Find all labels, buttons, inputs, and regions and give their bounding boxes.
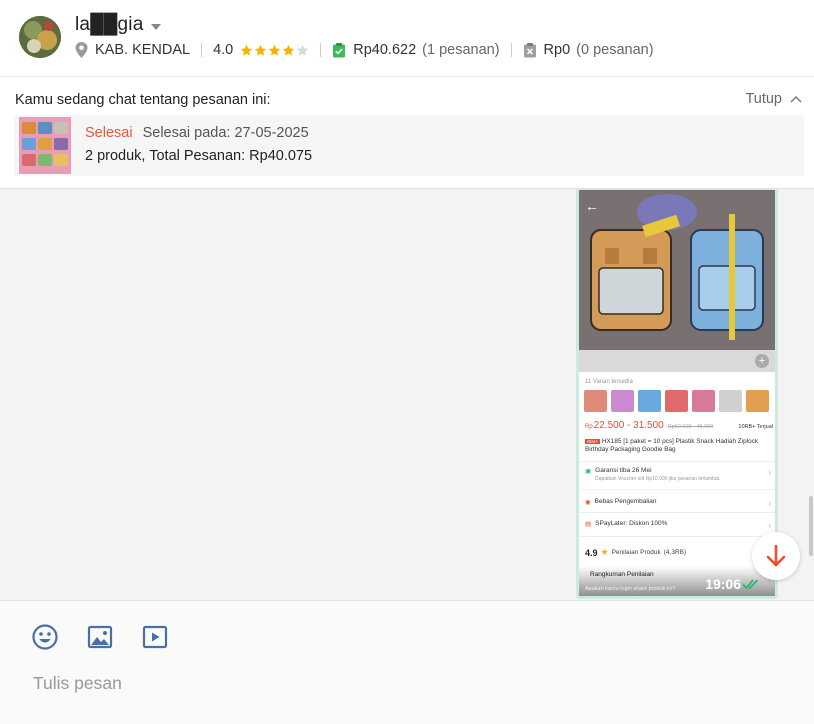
- variant-thumb: [611, 390, 634, 412]
- variant-thumb: [719, 390, 742, 412]
- image-icon[interactable]: [86, 623, 114, 651]
- order-panel-title: Kamu sedang chat tentang pesanan ini:: [15, 92, 271, 108]
- variant-thumb: [665, 390, 688, 412]
- truck-icon: ▣: [585, 468, 592, 475]
- rating-label: Penilaian Produk: [611, 549, 661, 556]
- rating-value: 4.0: [213, 42, 234, 58]
- video-icon[interactable]: [141, 623, 169, 651]
- location-text: KAB. KENDAL: [95, 42, 191, 58]
- product-image: [19, 117, 71, 174]
- collapse-label: Tutup: [745, 91, 782, 107]
- returns-row: ◉ Bebas Pengembalian ›: [585, 498, 773, 508]
- product-rating-row: 4.9 ★ Penilaian Produk (4,3RB): [585, 547, 686, 558]
- order-product-thumbnail: [19, 117, 71, 174]
- shared-product-screenshot[interactable]: ← + 11 Varian tersedia Rp 22.500 - 31.50…: [579, 190, 775, 596]
- order-context-panel: Kamu sedang chat tentang pesanan ini: Tu…: [0, 78, 814, 189]
- variants-label: 11 Varian tersedia: [585, 379, 633, 385]
- shipping-row: ▣ Garansi tiba 26 Mei Dapatkan Voucher s…: [585, 467, 773, 482]
- order-summary: 2 produk, Total Pesanan: Rp40.075: [85, 148, 313, 164]
- image-message-bubble[interactable]: ← + 11 Varian tersedia Rp 22.500 - 31.50…: [576, 189, 778, 599]
- divider: [579, 489, 775, 490]
- product-title: Star+ HX185 [1 paket = 10 pcs] Plastik Sn…: [585, 438, 765, 454]
- order-card[interactable]: Selesai Selesai pada: 27-05-2025 2 produ…: [14, 115, 804, 176]
- paylater-icon: ▤: [585, 521, 592, 528]
- cancelled-orders-count: (0 pesanan): [576, 42, 654, 58]
- star-plus-badge: Star+: [585, 439, 600, 444]
- collapse-button[interactable]: Tutup: [745, 91, 802, 107]
- star-filled-icon: ★: [600, 547, 609, 557]
- product-photo-image: [579, 190, 775, 350]
- scrollbar[interactable]: [809, 496, 813, 556]
- sold-count: 10RB+ Terjual: [738, 424, 773, 430]
- divider: [510, 43, 512, 57]
- variant-thumb: [638, 390, 661, 412]
- order-completed-date: Selesai pada: 27-05-2025: [142, 125, 309, 141]
- returns-text: Bebas Pengembalian: [594, 498, 657, 505]
- star-filled-icon: [283, 44, 295, 56]
- divider: [579, 536, 775, 537]
- paid-orders-count: (1 pesanan): [422, 42, 500, 58]
- shipping-subtext: Dapatkan Voucher s/d Rp10.000 jika pesan…: [595, 476, 721, 482]
- price-row: Rp 22.500 - 31.500 Rp60.000 - 45.000 10R…: [585, 420, 773, 431]
- divider: [201, 43, 203, 57]
- message-time: 19:06: [705, 576, 741, 592]
- variant-thumb: [746, 390, 769, 412]
- avatar-image: [19, 16, 61, 58]
- rating-stars: [240, 44, 309, 57]
- composer-toolbar: [31, 623, 169, 651]
- paid-order-icon: [333, 42, 346, 57]
- variant-thumb: [692, 390, 715, 412]
- avatar[interactable]: [19, 16, 61, 58]
- message-footer: Rangkuman Penilaian Apakah kamu ingin sh…: [579, 566, 775, 596]
- product-photo: ←: [579, 190, 775, 350]
- cancelled-order-icon: [523, 42, 536, 57]
- chevron-right-icon: ›: [768, 521, 771, 530]
- paylater-text: SPayLater: Diskon 100%: [595, 520, 668, 527]
- product-rating-value: 4.9: [585, 547, 598, 558]
- message-input[interactable]: [33, 670, 773, 696]
- add-icon: +: [755, 354, 769, 368]
- variant-thumbnails: [584, 390, 769, 412]
- order-status-row: Selesai Selesai pada: 27-05-2025: [85, 125, 309, 141]
- username: la██gia: [75, 14, 144, 35]
- chat-message-area[interactable]: ← + 11 Varian tersedia Rp 22.500 - 31.50…: [0, 189, 814, 600]
- order-status: Selesai: [85, 125, 133, 141]
- message-composer: [0, 600, 814, 724]
- emoji-icon[interactable]: [31, 623, 59, 651]
- rating-count: (4,3RB): [663, 549, 687, 556]
- product-title-text: HX185 [1 paket = 10 pcs] Plastik Snack H…: [585, 438, 759, 453]
- original-price: Rp60.000 - 45.000: [667, 424, 714, 430]
- divider: [579, 461, 775, 462]
- chevron-up-icon: [790, 95, 802, 103]
- star-filled-icon: [255, 44, 267, 56]
- location-pin-icon: [75, 42, 88, 58]
- shipping-text: Garansi tiba 26 Mei: [595, 467, 652, 474]
- price-range: 22.500 - 31.500: [593, 420, 664, 431]
- scroll-to-bottom-button[interactable]: [752, 532, 800, 580]
- photo-band: +: [579, 350, 775, 372]
- cancelled-amount: Rp0: [543, 42, 571, 58]
- paid-amount: Rp40.622: [353, 42, 417, 58]
- read-receipt-icon: [742, 579, 759, 590]
- paylater-row: ▤ SPayLater: Diskon 100% ›: [585, 520, 773, 530]
- chat-header: la██gia KAB. KENDAL 4.0 Rp40.622 (1 pesa…: [0, 0, 814, 77]
- star-empty-icon: [297, 44, 309, 56]
- variant-thumb: [584, 390, 607, 412]
- chevron-right-icon: ›: [768, 499, 771, 508]
- back-arrow-icon: ←: [585, 198, 599, 214]
- arrow-down-icon: [766, 544, 786, 567]
- buyer-meta: KAB. KENDAL 4.0 Rp40.622 (1 pesanan) Rp0…: [75, 41, 654, 59]
- star-filled-icon: [241, 44, 253, 56]
- chevron-down-icon[interactable]: [151, 23, 162, 30]
- ranking-label: Rangkuman Penilaian: [590, 571, 654, 578]
- star-filled-icon: [269, 44, 281, 56]
- divider: [320, 43, 322, 57]
- price-prefix: Rp: [585, 424, 593, 430]
- username-row[interactable]: la██gia: [75, 14, 162, 36]
- share-prompt: Apakah kamu ingin share produk ini?: [585, 586, 676, 592]
- divider: [579, 512, 775, 513]
- chevron-right-icon: ›: [768, 468, 771, 477]
- shield-icon: ◉: [585, 499, 591, 506]
